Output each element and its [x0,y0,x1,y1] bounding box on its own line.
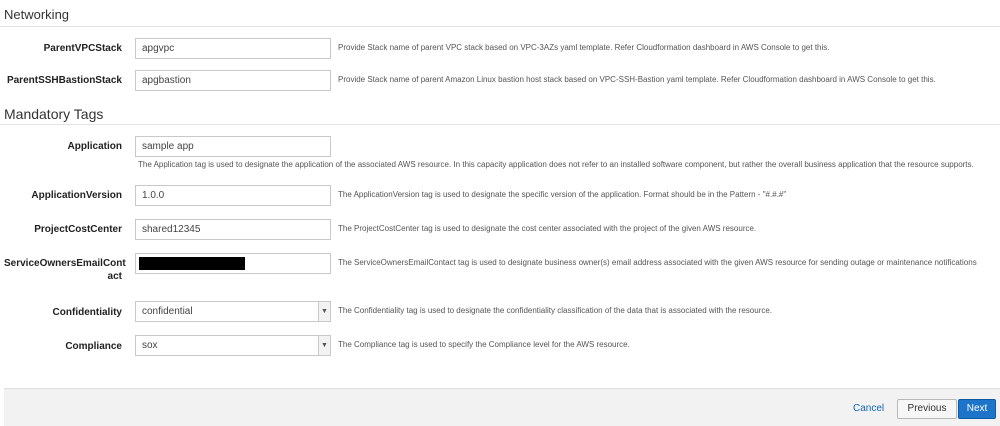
section-divider [0,26,1000,27]
compliance-select[interactable]: sox ▼ [135,335,331,356]
param-help-text: The ProjectCostCenter tag is used to des… [338,224,757,233]
section-title-networking: Networking [4,7,70,22]
param-help-text: The Compliance tag is used to specify th… [338,340,630,349]
param-label: ServiceOwnersEmailCont act [4,257,126,283]
param-help-text: The ServiceOwnersEmailContact tag is use… [338,258,977,267]
param-label-line: ServiceOwnersEmailCont [4,258,126,269]
parent-ssh-bastion-stack-input[interactable] [135,70,331,91]
param-label: Application [67,141,122,152]
previous-button[interactable]: Previous [897,399,957,419]
param-label: ParentSSHBastionStack [6,75,122,86]
confidentiality-select[interactable]: confidential ▼ [135,301,331,322]
selected-value: sox [142,340,158,351]
next-button[interactable]: Next [958,399,996,419]
section-title-mandatory-tags: Mandatory Tags [4,106,104,122]
selected-value: confidential [142,306,193,317]
param-help-text: The Confidentiality tag is used to desig… [338,306,773,315]
parent-vpc-stack-input[interactable] [135,38,331,59]
param-label: Compliance [65,341,122,352]
cancel-link[interactable]: Cancel [853,403,884,414]
service-owners-email-contact-input[interactable] [135,253,331,274]
redacted-value [139,257,245,270]
param-label: Confidentiality [52,307,122,318]
param-label-line: act [107,271,122,282]
param-help-text: Provide Stack name of parent Amazon Linu… [338,75,936,84]
application-input[interactable] [135,136,331,157]
param-label: ProjectCostCenter [34,224,122,235]
param-help-text: The ApplicationVersion tag is used to de… [338,190,787,199]
param-help-text: The Application tag is used to designate… [138,160,974,169]
project-cost-center-input[interactable] [135,219,331,240]
param-label: ApplicationVersion [31,190,122,201]
chevron-down-icon: ▼ [318,302,330,321]
application-version-input[interactable] [135,185,331,206]
param-help-text: Provide Stack name of parent VPC stack b… [338,43,830,52]
section-divider [0,124,1000,125]
wizard-footer: Cancel Previous Next [4,388,1000,426]
param-label: ParentVPCStack [43,43,122,54]
chevron-down-icon: ▼ [318,336,330,355]
